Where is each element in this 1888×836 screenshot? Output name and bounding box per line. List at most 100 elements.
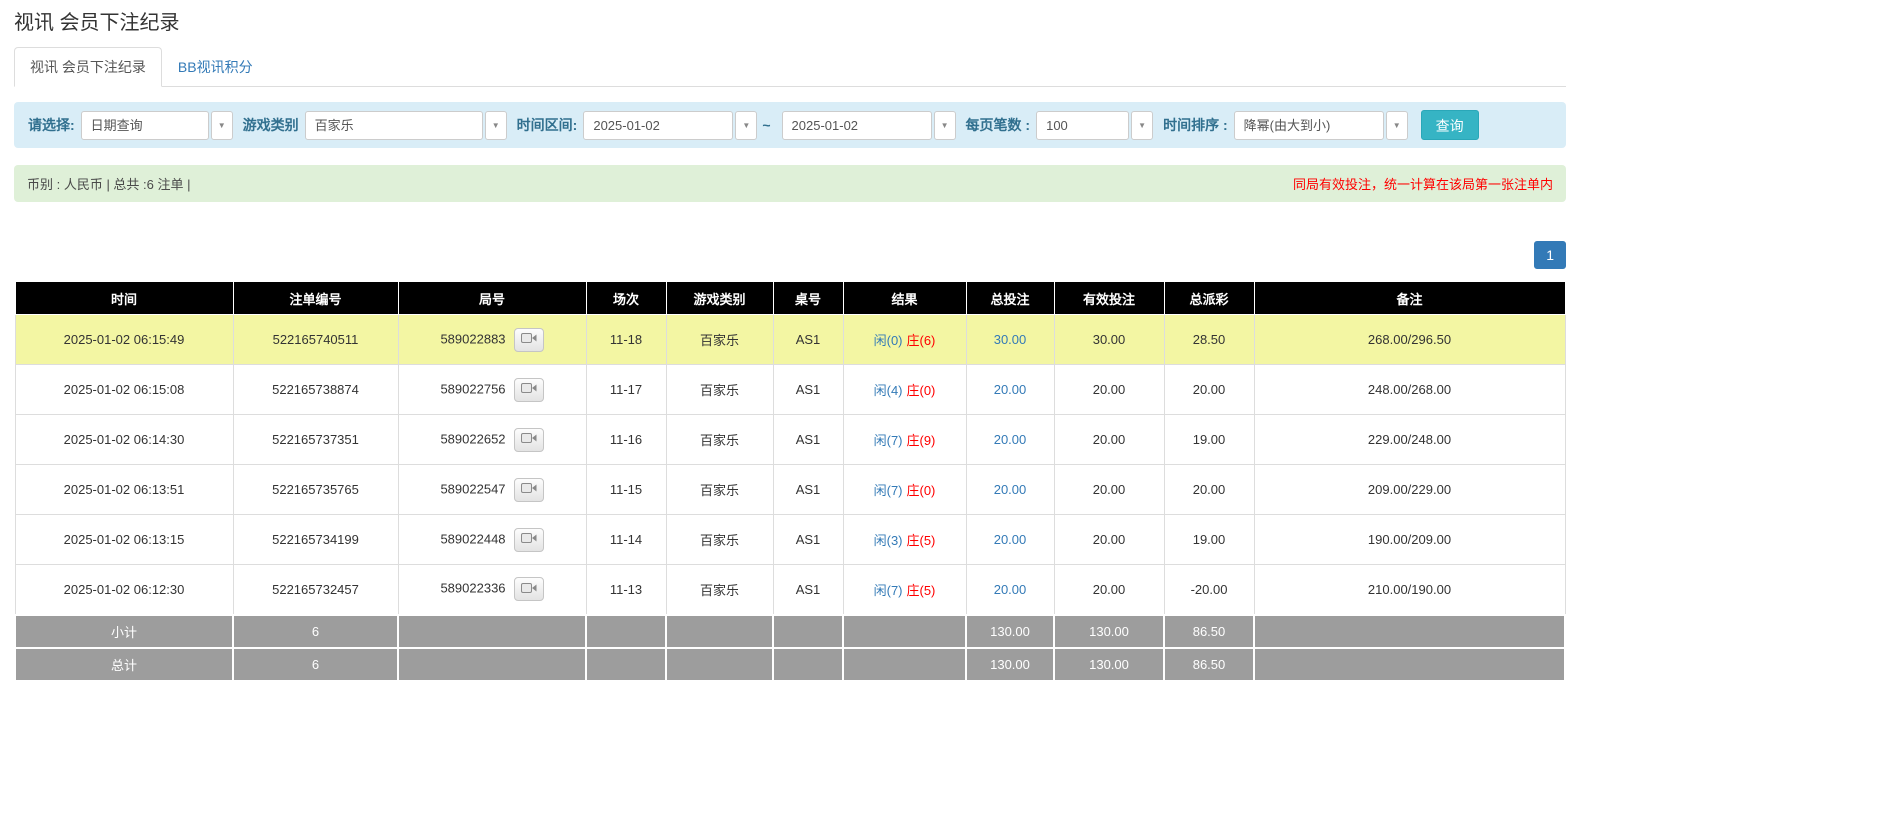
column-header: 游戏类别 — [666, 282, 773, 315]
sort-order-select[interactable]: 降幂(由大到小) ▼ — [1234, 111, 1408, 140]
bet-id-cell: 522165732457 — [233, 565, 398, 615]
page-container: 视讯 会员下注纪录 视讯 会员下注纪录 BB视讯积分 请选择: 日期查询 ▼ 游… — [14, 6, 1566, 682]
valid-bet-cell: 20.00 — [1054, 515, 1164, 565]
date-to-select[interactable]: 2025-01-02 ▼ — [782, 111, 956, 140]
valid-bet-cell: 20.00 — [1054, 565, 1164, 615]
result-banker: 庄(5) — [907, 533, 936, 548]
table-no-cell: AS1 — [773, 315, 843, 365]
table-no-cell: AS1 — [773, 515, 843, 565]
total-bet-cell: 20.00 — [966, 365, 1054, 415]
page-size-label: 每页笔数 : — [966, 115, 1031, 135]
game-type-value: 百家乐 — [305, 111, 483, 140]
video-replay-button[interactable] — [514, 478, 544, 502]
total-bet-link[interactable]: 20.00 — [994, 382, 1027, 397]
date-from-select[interactable]: 2025-01-02 ▼ — [583, 111, 757, 140]
time-cell: 2025-01-02 06:14:30 — [15, 415, 233, 465]
page-title: 视讯 会员下注纪录 — [14, 6, 1566, 35]
round-cell: 589022448 — [398, 515, 586, 565]
total-total-bet: 130.00 — [966, 648, 1054, 681]
result-banker: 庄(0) — [907, 383, 936, 398]
chevron-down-icon[interactable]: ▼ — [934, 111, 956, 140]
total-bet-link[interactable]: 20.00 — [994, 582, 1027, 597]
subtotal-count: 6 — [233, 615, 398, 648]
total-label: 总计 — [15, 648, 233, 681]
date-type-select[interactable]: 日期查询 ▼ — [81, 111, 233, 140]
note-cell: 229.00/248.00 — [1254, 415, 1565, 465]
empty-cell — [666, 615, 773, 648]
session-cell: 11-15 — [586, 465, 666, 515]
table-no-cell: AS1 — [773, 465, 843, 515]
pagination: 1 — [14, 241, 1566, 269]
time-cell: 2025-01-02 06:15:08 — [15, 365, 233, 415]
total-bet-link[interactable]: 30.00 — [994, 332, 1027, 347]
result-cell: 闲(0)庄(6) — [843, 315, 966, 365]
payout-cell: 20.00 — [1164, 365, 1254, 415]
bet-id-cell: 522165734199 — [233, 515, 398, 565]
time-cell: 2025-01-02 06:15:49 — [15, 315, 233, 365]
search-button[interactable]: 查询 — [1421, 110, 1479, 140]
currency-total-text: 币别 : 人民币 | 总共 :6 注单 | — [27, 174, 191, 193]
column-header: 总派彩 — [1164, 282, 1254, 315]
chevron-down-icon[interactable]: ▼ — [735, 111, 757, 140]
game-type-cell: 百家乐 — [666, 465, 773, 515]
total-count: 6 — [233, 648, 398, 681]
total-bet-link[interactable]: 20.00 — [994, 432, 1027, 447]
result-banker: 庄(5) — [907, 583, 936, 598]
empty-cell — [1254, 615, 1565, 648]
chevron-down-icon[interactable]: ▼ — [211, 111, 233, 140]
table-row: 2025-01-02 06:14:30 522165737351 5890226… — [15, 415, 1565, 465]
subtotal-row: 小计 6 130.00 130.00 86.50 — [15, 615, 1565, 648]
note-cell: 190.00/209.00 — [1254, 515, 1565, 565]
video-replay-button[interactable] — [514, 528, 544, 552]
round-id: 589022652 — [440, 431, 505, 446]
note-cell: 268.00/296.50 — [1254, 315, 1565, 365]
session-cell: 11-13 — [586, 565, 666, 615]
total-bet-link[interactable]: 20.00 — [994, 532, 1027, 547]
game-type-cell: 百家乐 — [666, 565, 773, 615]
game-type-select[interactable]: 百家乐 ▼ — [305, 111, 507, 140]
column-header: 有效投注 — [1054, 282, 1164, 315]
table-body: 2025-01-02 06:15:49 522165740511 5890228… — [15, 315, 1565, 615]
sort-order-label: 时间排序 : — [1163, 115, 1228, 135]
empty-cell — [1254, 648, 1565, 681]
tab-bb-video-points[interactable]: BB视讯积分 — [162, 47, 269, 87]
video-replay-button[interactable] — [514, 378, 544, 402]
round-cell: 589022336 — [398, 565, 586, 615]
valid-bet-cell: 20.00 — [1054, 365, 1164, 415]
filter-bar: 请选择: 日期查询 ▼ 游戏类别 百家乐 ▼ 时间区间: 2025-01-02 … — [14, 102, 1566, 148]
total-bet-cell: 20.00 — [966, 565, 1054, 615]
video-camera-icon — [521, 532, 537, 547]
result-cell: 闲(3)庄(5) — [843, 515, 966, 565]
note-cell: 248.00/268.00 — [1254, 365, 1565, 415]
chevron-down-icon[interactable]: ▼ — [485, 111, 507, 140]
result-player: 闲(7) — [874, 483, 903, 498]
tab-video-bet-records[interactable]: 视讯 会员下注纪录 — [14, 47, 162, 87]
session-cell: 11-18 — [586, 315, 666, 365]
tab-bar: 视讯 会员下注纪录 BB视讯积分 — [14, 47, 1566, 87]
chevron-down-icon[interactable]: ▼ — [1131, 111, 1153, 140]
round-cell: 589022652 — [398, 415, 586, 465]
video-camera-icon — [521, 382, 537, 397]
page-button-1[interactable]: 1 — [1534, 241, 1566, 269]
valid-bet-notice-text: 同局有效投注，统一计算在该局第一张注单内 — [1293, 174, 1553, 193]
total-bet-cell: 20.00 — [966, 465, 1054, 515]
video-replay-button[interactable] — [514, 577, 544, 601]
empty-cell — [586, 648, 666, 681]
summary-bar: 币别 : 人民币 | 总共 :6 注单 | 同局有效投注，统一计算在该局第一张注… — [14, 165, 1566, 202]
round-id: 589022336 — [440, 581, 505, 596]
video-replay-button[interactable] — [514, 328, 544, 352]
empty-cell — [398, 615, 586, 648]
result-cell: 闲(4)庄(0) — [843, 365, 966, 415]
select-label: 请选择: — [28, 115, 75, 135]
bets-table: 时间注单编号局号场次游戏类别桌号结果总投注有效投注总派彩备注 2025-01-0… — [14, 281, 1566, 682]
video-replay-button[interactable] — [514, 428, 544, 452]
payout-cell: 20.00 — [1164, 465, 1254, 515]
total-bet-cell: 20.00 — [966, 515, 1054, 565]
chevron-down-icon[interactable]: ▼ — [1386, 111, 1408, 140]
table-no-cell: AS1 — [773, 415, 843, 465]
time-cell: 2025-01-02 06:12:30 — [15, 565, 233, 615]
page-size-select[interactable]: 100 ▼ — [1036, 111, 1153, 140]
subtotal-payout: 86.50 — [1164, 615, 1254, 648]
payout-cell: 28.50 — [1164, 315, 1254, 365]
total-bet-link[interactable]: 20.00 — [994, 482, 1027, 497]
